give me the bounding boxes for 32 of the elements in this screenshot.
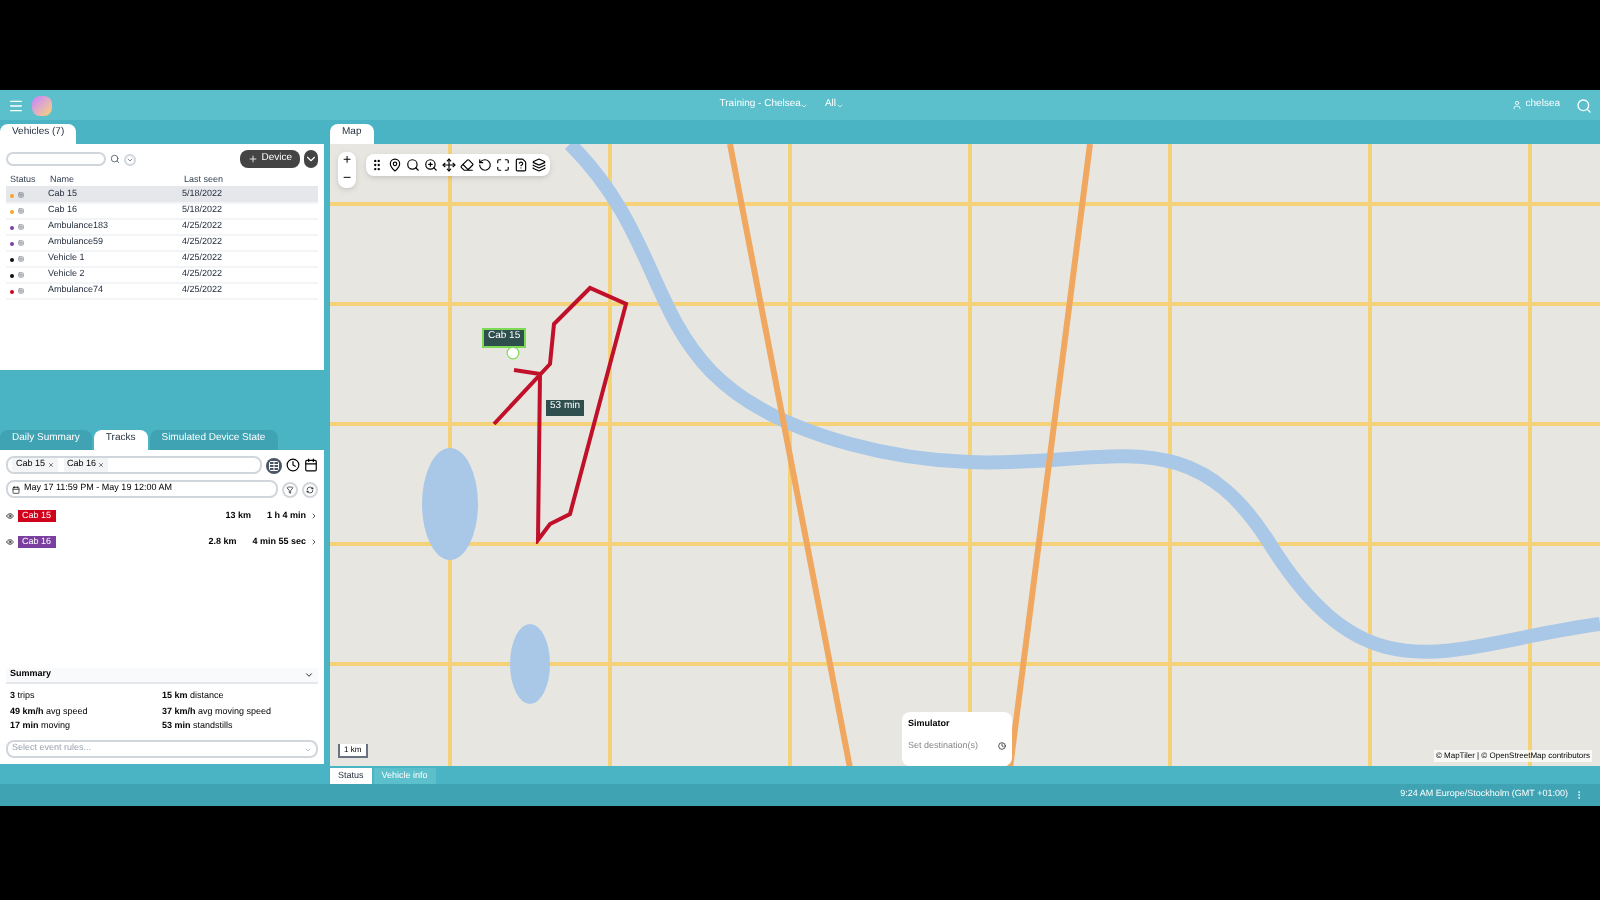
undo-icon[interactable]	[478, 158, 492, 172]
zoom-in-icon[interactable]	[424, 158, 438, 172]
calendar-icon[interactable]	[304, 458, 318, 472]
table-icon	[18, 208, 24, 214]
table-icon	[18, 288, 24, 294]
table-icon	[18, 272, 24, 278]
move-icon[interactable]	[442, 158, 456, 172]
table-icon	[18, 240, 24, 246]
filter-icon[interactable]	[282, 481, 298, 497]
help-icon[interactable]	[514, 158, 528, 172]
eye-icon[interactable]	[6, 512, 14, 520]
layers-icon[interactable]	[532, 158, 546, 172]
refresh-icon[interactable]	[302, 481, 318, 497]
plus-icon	[247, 154, 258, 164]
search-field[interactable]	[6, 152, 106, 166]
caret-icon[interactable]	[304, 150, 318, 168]
fullscreen-icon[interactable]	[496, 158, 510, 172]
table-icon	[18, 224, 24, 230]
logo-icon	[32, 95, 52, 115]
pin-icon[interactable]	[388, 158, 402, 172]
eye-icon[interactable]	[6, 538, 14, 546]
calendar-icon	[12, 485, 20, 493]
search-icon[interactable]	[406, 158, 420, 172]
table-icon	[18, 192, 24, 198]
eraser-icon[interactable]	[460, 158, 474, 172]
table-view-icon[interactable]	[266, 457, 282, 473]
grip-icon[interactable]	[370, 158, 384, 172]
caret-icon	[304, 669, 314, 680]
table-icon	[18, 256, 24, 262]
clock-icon[interactable]	[286, 458, 300, 472]
user-icon	[1511, 100, 1522, 110]
vehicle-marker-icon[interactable]	[506, 346, 520, 360]
